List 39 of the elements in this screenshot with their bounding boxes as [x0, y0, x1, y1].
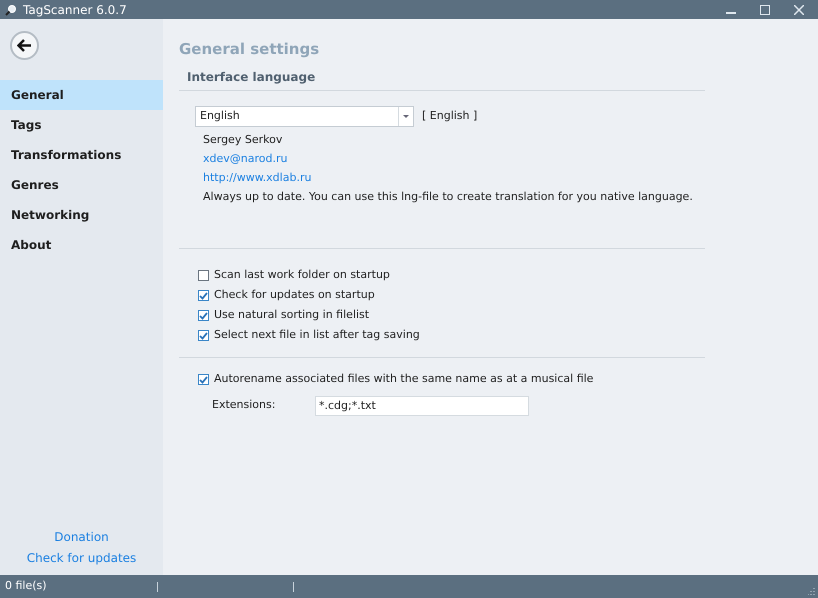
nav-item[interactable]: Transformations — [0, 140, 163, 170]
nav-item[interactable]: About — [0, 230, 163, 260]
nav-item[interactable]: General — [0, 80, 163, 110]
check-icon — [199, 332, 208, 340]
resize-grip-icon[interactable] — [808, 588, 815, 595]
checkbox-label[interactable]: Select next file in list after tag saving — [214, 327, 420, 344]
magnifier-icon — [5, 4, 17, 16]
check-icon — [199, 376, 208, 384]
checkbox[interactable] — [198, 374, 209, 385]
page-title: General settings — [179, 39, 320, 60]
website-link[interactable]: http://www.xdlab.ru — [203, 168, 312, 186]
nav-item[interactable]: Tags — [0, 110, 163, 140]
back-button[interactable] — [10, 31, 39, 60]
checkbox-label[interactable]: Autorename associated files with the same name as at a musical file — [214, 371, 594, 388]
nav-item[interactable]: Networking — [0, 200, 163, 230]
section-title: Interface language — [187, 68, 316, 86]
back-arrow-icon — [17, 39, 32, 52]
checkbox[interactable] — [198, 290, 209, 301]
language-dropdown[interactable]: English — [195, 106, 414, 126]
check-icon — [199, 292, 208, 300]
author-name: Sergey Serkov — [203, 132, 282, 148]
checkbox-label[interactable]: Use natural sorting in filelist — [214, 307, 370, 324]
check-icon — [199, 312, 208, 320]
checkbox-label[interactable]: Scan last work folder on startup — [214, 267, 390, 284]
file-count: 0 file(s) — [5, 578, 48, 594]
extensions-label: Extensions: — [212, 397, 276, 414]
checkbox[interactable] — [198, 310, 209, 321]
caret-icon — [403, 114, 409, 118]
email-link[interactable]: xdev@narod.ru — [203, 148, 288, 168]
language-code: [ English ] — [422, 108, 478, 124]
nav-item[interactable]: Genres — [0, 170, 163, 200]
description-text: Always up to date. You can use this lng-file to create translation for you native language. — [203, 188, 693, 204]
checkbox-label[interactable]: Check for updates on startup — [214, 287, 375, 304]
extensions-field[interactable]: *.cdg;*.txt — [315, 396, 529, 416]
checkbox[interactable] — [198, 270, 209, 281]
window-title: TagScanner 6.0.7 — [23, 2, 127, 18]
checkbox[interactable] — [198, 330, 209, 341]
maximize-icon[interactable] — [760, 4, 770, 14]
close-icon[interactable] — [794, 4, 804, 14]
